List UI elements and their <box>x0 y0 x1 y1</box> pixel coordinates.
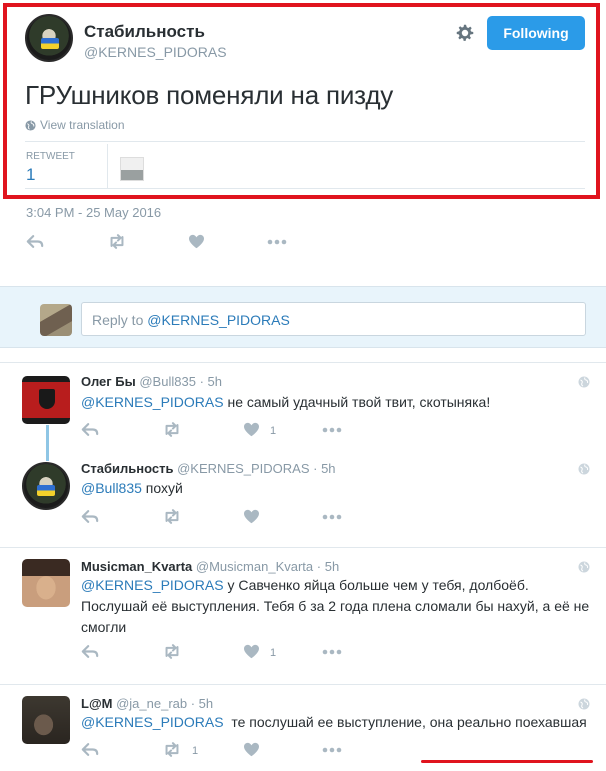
tweet-timestamp[interactable]: 3:04 PM - 25 May 2016 <box>26 205 161 220</box>
avatar[interactable] <box>22 462 70 510</box>
reply-time[interactable]: · 5h <box>191 696 213 711</box>
more-icon[interactable] <box>267 239 287 245</box>
heart-icon[interactable] <box>243 509 260 524</box>
reply-body: похуй <box>141 480 183 496</box>
author-name[interactable]: Стабильность <box>81 461 173 476</box>
reply-header: L@M @ja_ne_rab · 5h <box>81 696 213 711</box>
heart-icon[interactable] <box>243 422 260 437</box>
divider <box>0 547 606 548</box>
avatar[interactable] <box>22 559 70 607</box>
retweet-icon[interactable] <box>162 742 182 757</box>
heart-icon[interactable] <box>243 644 260 659</box>
reply-actions: 1 <box>81 422 381 440</box>
retweet-icon[interactable] <box>162 644 182 659</box>
reply-composer: Reply to @KERNES_PIDORAS <box>0 286 606 348</box>
reply-time[interactable]: · 5h <box>317 559 339 574</box>
retweet-icon[interactable] <box>107 234 127 249</box>
reply-time[interactable]: · 5h <box>313 461 335 476</box>
author-name[interactable]: Musicman_Kvarta <box>81 559 192 574</box>
like-count: 1 <box>270 647 277 659</box>
reply-text: @KERNES_PIDORAS не самый удачный твой тв… <box>81 392 591 413</box>
reply-placeholder-mention: @KERNES_PIDORAS <box>147 312 290 328</box>
mention-link[interactable]: @KERNES_PIDORAS <box>81 577 224 593</box>
reply-text: @KERNES_PIDORAS те послушай ее выступлен… <box>81 712 591 733</box>
reply-header: Musicman_Kvarta @Musicman_Kvarta · 5h <box>81 559 339 574</box>
divider <box>0 362 606 363</box>
divider <box>0 684 606 685</box>
heart-icon[interactable] <box>243 742 260 757</box>
more-icon[interactable] <box>322 649 342 655</box>
reply-input[interactable]: Reply to @KERNES_PIDORAS <box>81 302 586 336</box>
mention-link[interactable]: @KERNES_PIDORAS <box>81 394 224 410</box>
reply-header: Стабильность @KERNES_PIDORAS · 5h <box>81 461 336 476</box>
globe-icon <box>578 376 590 388</box>
author-name[interactable]: Олег Бы <box>81 374 136 389</box>
reply-text: @KERNES_PIDORAS у Савченко яйца больше ч… <box>81 575 591 638</box>
avatar[interactable] <box>22 696 70 744</box>
more-icon[interactable] <box>322 427 342 433</box>
avatar-emblem <box>39 389 55 409</box>
reply-icon[interactable] <box>81 742 99 757</box>
highlight-underline <box>421 760 593 763</box>
avatar-flag <box>37 485 55 496</box>
reply-placeholder-prefix: Reply to <box>92 312 148 328</box>
user-avatar <box>40 304 72 336</box>
author-handle[interactable]: @Bull835 <box>139 374 196 389</box>
reply-actions: 1 <box>81 742 381 760</box>
reply-icon[interactable] <box>81 509 99 524</box>
reply-text: @Bull835 похуй <box>81 478 591 499</box>
reply-icon[interactable] <box>81 644 99 659</box>
reply-icon[interactable] <box>81 422 99 437</box>
globe-icon <box>578 463 590 475</box>
retweet-icon[interactable] <box>162 509 182 524</box>
author-handle[interactable]: @Musicman_Kvarta <box>196 559 313 574</box>
thread-line <box>46 425 49 461</box>
globe-icon <box>578 561 590 573</box>
retweet-icon[interactable] <box>162 422 182 437</box>
more-icon[interactable] <box>322 747 342 753</box>
author-name[interactable]: L@M <box>81 696 112 711</box>
avatar[interactable] <box>22 376 70 424</box>
more-icon[interactable] <box>322 514 342 520</box>
reply-actions <box>81 509 381 527</box>
reply-header: Олег Бы @Bull835 · 5h <box>81 374 222 389</box>
retweet-count: 1 <box>192 745 199 757</box>
author-handle[interactable]: @KERNES_PIDORAS <box>177 461 309 476</box>
like-count: 1 <box>270 425 277 437</box>
heart-icon[interactable] <box>188 234 205 249</box>
reply-icon[interactable] <box>26 234 44 249</box>
mention-link[interactable]: @Bull835 <box>81 480 142 496</box>
reply-actions: 1 <box>81 644 381 662</box>
reply-body: те послушай ее выступление, она реально … <box>223 714 587 730</box>
highlight-box <box>3 3 600 199</box>
reply-time[interactable]: · 5h <box>200 374 222 389</box>
mention-link[interactable]: @KERNES_PIDORAS <box>81 714 224 730</box>
reply-body: не самый удачный твой твит, скотыняка! <box>223 394 491 410</box>
globe-icon <box>578 698 590 710</box>
author-handle[interactable]: @ja_ne_rab <box>116 696 187 711</box>
